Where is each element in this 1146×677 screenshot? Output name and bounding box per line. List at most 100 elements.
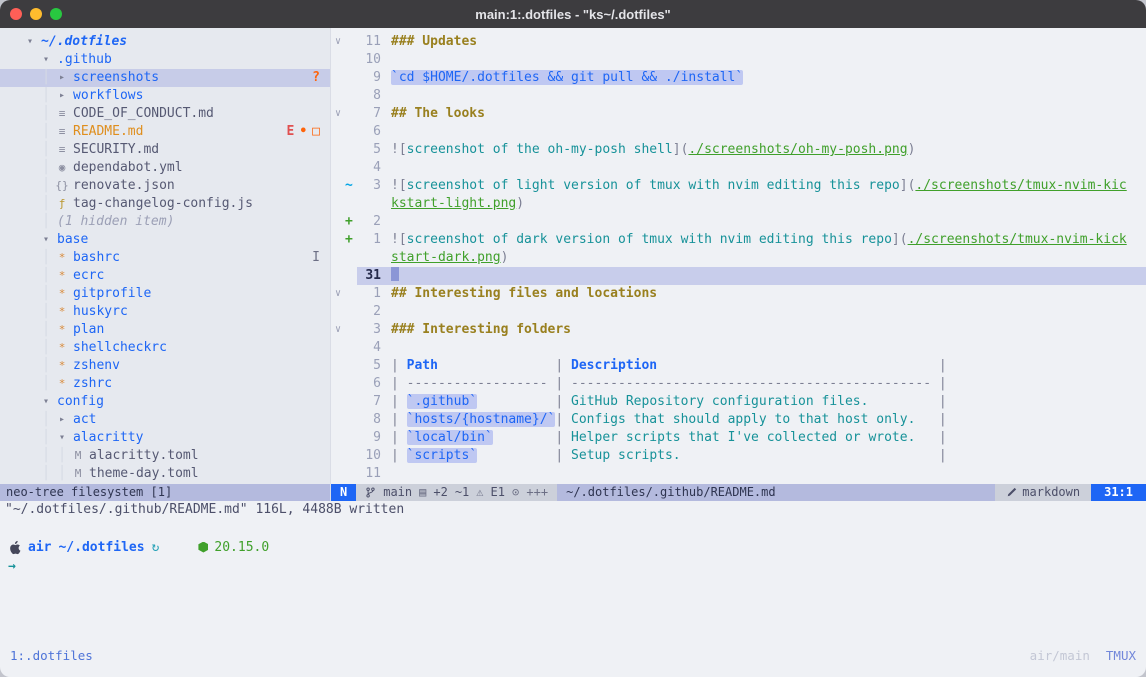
fold-icon[interactable]: ∨: [331, 105, 345, 123]
fold-icon[interactable]: ∨: [331, 285, 345, 303]
editor-line[interactable]: 7| `.github` | GitHub Repository configu…: [331, 393, 1146, 411]
editor-line[interactable]: 31: [331, 267, 1146, 285]
tree-item[interactable]: │(1 hidden item): [0, 213, 330, 231]
tree-item[interactable]: │*shellcheckrc: [0, 339, 330, 357]
tree-item[interactable]: ││Mtheme-day.toml: [0, 465, 330, 483]
editor-line[interactable]: 11: [331, 465, 1146, 483]
editor-line[interactable]: 8| `hosts/{hostname}/`| Configs that sho…: [331, 411, 1146, 429]
chevron-down-icon[interactable]: ▾: [38, 51, 54, 69]
tree-item[interactable]: │▸screenshots?: [0, 69, 330, 87]
line-body: 11### Updates: [357, 33, 1146, 51]
editor-line[interactable]: 2: [331, 303, 1146, 321]
line-number: 1: [357, 285, 381, 303]
chevron-down-icon[interactable]: ▾: [22, 33, 38, 51]
text-segment: |: [391, 358, 407, 373]
editor-line[interactable]: 4: [331, 159, 1146, 177]
tree-item[interactable]: │*zshrc: [0, 375, 330, 393]
line-body: 6: [357, 123, 1146, 141]
fold-icon[interactable]: ∨: [331, 321, 345, 339]
editor-buffer[interactable]: ∨11### Updates109`cd $HOME/.dotfiles && …: [331, 28, 1146, 484]
tree-item[interactable]: │*zshenv: [0, 357, 330, 375]
text-segment: [915, 412, 938, 427]
chevron-down-icon[interactable]: ▾: [54, 429, 70, 447]
tree-item[interactable]: │ƒtag-changelog-config.js: [0, 195, 330, 213]
line-text: | `scripts` | Setup scripts. |: [391, 447, 947, 465]
tree-item[interactable]: │▸act: [0, 411, 330, 429]
line-number: 5: [357, 357, 381, 375]
editor-line[interactable]: ∨ 11### Updates: [331, 33, 1146, 51]
git-sign: +: [345, 213, 357, 231]
git-sign: [345, 339, 357, 357]
editor-line[interactable]: 5| Path | Description |: [331, 357, 1146, 375]
editor-line[interactable]: 4: [331, 339, 1146, 357]
editor-line[interactable]: 6| ------------------ | ----------------…: [331, 375, 1146, 393]
editor-line[interactable]: +2: [331, 213, 1146, 231]
chevron-right-icon[interactable]: ▸: [54, 411, 70, 429]
tree-item-label: ~/.dotfiles: [41, 33, 127, 51]
tree-item[interactable]: │*bashrcI: [0, 249, 330, 267]
tree-item[interactable]: ▾base: [0, 231, 330, 249]
tree-item[interactable]: ││Malacritty.toml: [0, 447, 330, 465]
editor-line[interactable]: 5![screenshot of the oh-my-posh shell](.…: [331, 141, 1146, 159]
tree-item[interactable]: │▸workflows: [0, 87, 330, 105]
editor-line[interactable]: 6: [331, 123, 1146, 141]
text-segment: ## Interesting files and locations: [391, 286, 657, 301]
tree-item[interactable]: │*plan: [0, 321, 330, 339]
line-number: 5: [357, 141, 381, 159]
tree-item[interactable]: │≡CODE_OF_CONDUCT.md: [0, 105, 330, 123]
tree-item[interactable]: ▾config: [0, 393, 330, 411]
text-segment: ![: [391, 178, 407, 193]
titlebar[interactable]: main:1:.dotfiles - "ks~/.dotfiles": [0, 0, 1146, 28]
editor-line[interactable]: 9`cd $HOME/.dotfiles && git pull && ./in…: [331, 69, 1146, 87]
tree-item[interactable]: │◉dependabot.yml: [0, 159, 330, 177]
tmux-pane-shell[interactable]: air ~/.dotfiles ↻ 20.15.0 →: [0, 519, 1146, 574]
text-segment: GitHub Repository configuration files.: [571, 394, 868, 409]
fold-icon: [331, 411, 345, 429]
statusline-extra: ⊙ +++: [512, 484, 548, 501]
tmux-window-label[interactable]: 1:.dotfiles: [10, 646, 93, 666]
line-text: ### Updates: [391, 33, 477, 51]
tree-item[interactable]: ▾.github: [0, 51, 330, 69]
editor-line[interactable]: 8: [331, 87, 1146, 105]
tree-item[interactable]: │*huskyrc: [0, 303, 330, 321]
line-body: 2: [357, 303, 1146, 321]
file-icon: *: [54, 321, 70, 339]
fold-icon: [331, 465, 345, 483]
tree-item-label: bashrc: [73, 249, 120, 267]
fold-icon: [331, 357, 345, 375]
tree-item[interactable]: │≡README.mdE•□: [0, 123, 330, 141]
line-body: 11: [357, 465, 1146, 483]
editor-line[interactable]: ∨7## The looks: [331, 105, 1146, 123]
fold-icon[interactable]: ∨: [331, 33, 345, 51]
tree-item[interactable]: │*gitprofile: [0, 285, 330, 303]
editor-line[interactable]: kstart-light.png): [331, 195, 1146, 213]
chevron-down-icon[interactable]: ▾: [38, 393, 54, 411]
editor-line[interactable]: +1![screenshot of dark version of tmux w…: [331, 231, 1146, 249]
text-segment: [493, 430, 556, 445]
chevron-down-icon[interactable]: ▾: [38, 231, 54, 249]
editor-line[interactable]: 10| `scripts` | Setup scripts. |: [331, 447, 1146, 465]
text-segment: |: [939, 448, 947, 463]
chevron-right-icon[interactable]: ▸: [54, 69, 70, 87]
window-controls: [10, 8, 62, 20]
editor-line[interactable]: ∨3### Interesting folders: [331, 321, 1146, 339]
tree-item[interactable]: ▾~/.dotfiles: [0, 33, 330, 51]
editor-line[interactable]: start-dark.png): [331, 249, 1146, 267]
warning-icon: ⚠: [476, 484, 483, 501]
chevron-right-icon[interactable]: ▸: [54, 87, 70, 105]
tree-item[interactable]: │≡SECURITY.md: [0, 141, 330, 159]
prompt-host: air: [28, 540, 51, 555]
minimize-button[interactable]: [30, 8, 42, 20]
tree-item[interactable]: │▾alacritty: [0, 429, 330, 447]
close-button[interactable]: [10, 8, 22, 20]
file-icon: *: [54, 357, 70, 375]
text-segment: `scripts`: [407, 448, 477, 463]
tree-item[interactable]: │*ecrc: [0, 267, 330, 285]
editor-line[interactable]: 10: [331, 51, 1146, 69]
tree-item[interactable]: │{}renovate.json: [0, 177, 330, 195]
editor-line[interactable]: 9| `local/bin` | Helper scripts that I'v…: [331, 429, 1146, 447]
zoom-button[interactable]: [50, 8, 62, 20]
editor-line[interactable]: ~3![screenshot of light version of tmux …: [331, 177, 1146, 195]
git-sign: [345, 285, 357, 303]
editor-line[interactable]: ∨ 1 ## Interesting files and locations: [331, 285, 1146, 303]
